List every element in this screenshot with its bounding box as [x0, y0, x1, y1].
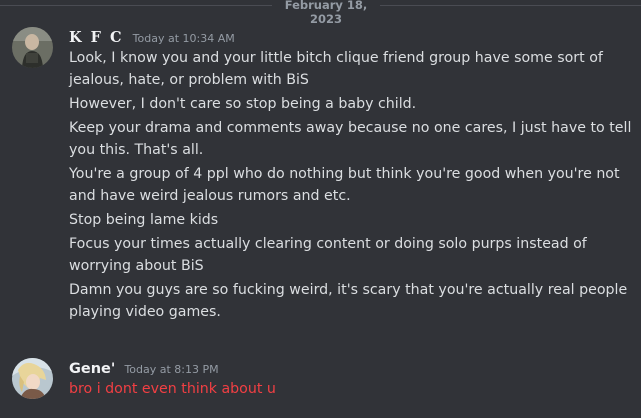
date-divider: February 18, 2023 [0, 0, 641, 26]
message-line: Look, I know you and your little bitch c… [69, 50, 603, 66]
message-line: Stop being lame kids [69, 212, 219, 228]
avatar-gene-image [12, 358, 53, 399]
avatar-kfc[interactable] [12, 27, 53, 68]
message-header: Gene' Today at 8:13 PM [69, 359, 219, 379]
message-line: You're a group of 4 ppl who do nothing b… [69, 166, 620, 182]
username[interactable]: K F C [69, 29, 124, 46]
date-divider-label: February 18, 2023 [284, 0, 368, 26]
timestamp[interactable]: Today at 10:34 AM [133, 32, 235, 45]
timestamp[interactable]: Today at 8:13 PM [124, 363, 218, 376]
message-line: playing video games. [69, 304, 221, 320]
divider-line-left [0, 5, 272, 6]
message-line: Keep your drama and comments away becaus… [69, 120, 632, 136]
divider-line-right [380, 5, 641, 6]
avatar-gene[interactable] [12, 358, 53, 399]
message-line: and have weird jealous rumors and etc. [69, 188, 351, 204]
message-content: bro i dont even think about u [69, 378, 629, 400]
message-line: Damn you guys are so fucking weird, it's… [69, 282, 628, 298]
message-line: bro i dont even think about u [69, 381, 276, 397]
avatar-kfc-image [12, 27, 53, 68]
message-line: jealous, hate, or problem with BiS [69, 72, 309, 88]
username[interactable]: Gene' [69, 361, 115, 377]
message-line: you this. That's all. [69, 142, 204, 158]
message-line: worrying about BiS [69, 258, 204, 274]
message-content: Look, I know you and your little bitch c… [69, 47, 632, 323]
message-line: Focus your times actually clearing conte… [69, 236, 587, 252]
message-header: K F C Today at 10:34 AM [69, 28, 235, 48]
message-line: However, I don't care so stop being a ba… [69, 96, 417, 112]
